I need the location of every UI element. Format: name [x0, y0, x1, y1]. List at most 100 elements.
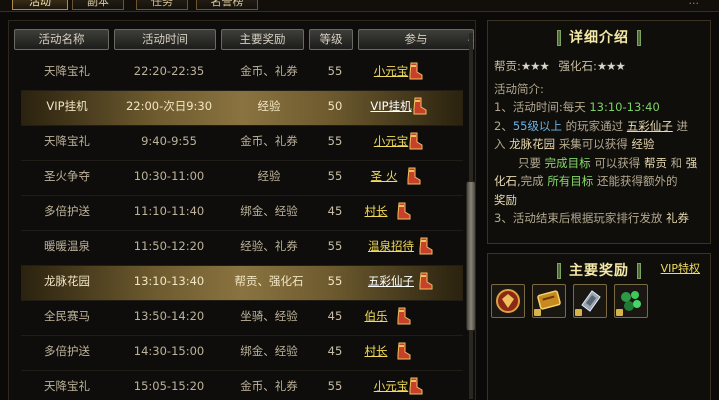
activity-reward: 经验、礼券	[240, 239, 298, 253]
go-boot-icon[interactable]	[417, 236, 433, 256]
l4-and: 和	[670, 155, 683, 170]
go-boot-icon[interactable]	[407, 61, 423, 81]
tab-activities[interactable]: 活动	[12, 0, 68, 10]
green-gem-icon[interactable]	[614, 284, 648, 318]
silver-crystal-icon[interactable]	[573, 284, 607, 318]
activity-reward: 绑金、经验	[240, 204, 298, 218]
l1-prefix: 1、活动时间:每天	[494, 100, 586, 114]
scroll-thumb[interactable]	[466, 181, 476, 331]
npc-link-text[interactable]: VIP挂机	[370, 99, 411, 113]
npc-link-text[interactable]: 村长	[365, 204, 388, 218]
activity-reward: 帮贡、强化石	[234, 274, 304, 288]
detail-title: 详细介绍	[488, 27, 710, 47]
l7-pre: 3、活动结束后根据玩家排行发放	[494, 211, 663, 225]
activity-time: 10:30-11:00	[133, 169, 205, 183]
intro-label: 活动简介:	[494, 81, 544, 96]
l2-prefix: 2、	[494, 118, 513, 133]
npc-link-text[interactable]: 小元宝	[374, 379, 409, 393]
gold-ticket-icon[interactable]	[532, 284, 566, 318]
activity-time: 9:40-9:55	[141, 134, 197, 148]
activity-level: 45	[327, 344, 343, 358]
npc-link[interactable]: 温泉招待	[359, 231, 423, 266]
l4-pre: 只要	[518, 155, 541, 170]
l1-time: 13:10-13:40	[589, 100, 660, 114]
title-ornament-icon	[557, 30, 561, 46]
npc-link-text[interactable]: 伯乐	[365, 309, 388, 323]
table-row[interactable]: 龙脉花园 13:10-13:40 帮贡、强化石 55 五彩仙子	[21, 266, 463, 301]
go-boot-icon[interactable]	[405, 166, 421, 186]
l5-b: ,完成	[517, 174, 544, 188]
activity-reward: 经验	[257, 169, 281, 183]
npc-link[interactable]: 村长	[359, 336, 393, 371]
l3-mid: 采集可以获得	[558, 137, 628, 151]
l5-c: 还能获得额外的	[596, 174, 678, 188]
table-row[interactable]: 圣火争夺 10:30-11:00 经验 55 圣 火	[21, 161, 463, 196]
detail-title-text: 详细介绍	[569, 30, 629, 46]
table-row[interactable]: 多倍护送 11:10-11:40 绑金、经验 45 村长	[21, 196, 463, 231]
npc-link[interactable]: 五彩仙子	[359, 266, 423, 301]
npc-link-text[interactable]: 村长	[365, 344, 388, 358]
l5-a: 化石	[494, 174, 517, 188]
go-boot-icon[interactable]	[395, 341, 411, 361]
activity-time: 13:50-14:20	[133, 309, 205, 323]
npc-link-text[interactable]: 圣 火	[371, 169, 398, 183]
l7-gift: 礼券	[665, 211, 689, 225]
l2-end: 进	[676, 118, 688, 133]
activity-name: VIP挂机	[46, 99, 88, 113]
header-activity-time[interactable]: 活动时间	[114, 29, 216, 50]
npc-link[interactable]: 村长	[359, 196, 393, 231]
header-main-reward[interactable]: 主要奖励	[221, 29, 304, 50]
table-row[interactable]: VIP挂机 22:00-次日9:30 经验 50 VIP挂机	[21, 91, 463, 126]
header-level[interactable]: 等级	[309, 29, 353, 50]
tab-quest[interactable]: 任务	[136, 0, 188, 10]
title-ornament-icon	[637, 30, 641, 46]
header-join[interactable]: 参与	[358, 29, 474, 50]
intro-line-6: 奖励	[494, 192, 517, 207]
l3-pre: 入	[494, 137, 506, 151]
intro-line-4: 只要 完成目标 可以获得 帮贡 和 强	[494, 154, 706, 173]
npc-link-text[interactable]: 五彩仙子	[368, 274, 414, 288]
header-activity-name[interactable]: 活动名称	[14, 29, 109, 50]
tab-dungeon[interactable]: 副本	[72, 0, 124, 10]
qiang-label: 强化石:	[558, 59, 597, 73]
table-row[interactable]: 全民赛马 13:50-14:20 坐骑、经验 45 伯乐	[21, 301, 463, 336]
lock-icon	[616, 309, 623, 316]
medal-icon[interactable]	[491, 284, 525, 318]
activity-reward: 金币、礼券	[240, 134, 298, 148]
go-boot-icon[interactable]	[395, 306, 411, 326]
go-boot-icon[interactable]	[411, 96, 427, 116]
table-row[interactable]: 天降宝礼 9:40-9:55 金币、礼券 55 小元宝	[21, 126, 463, 161]
table-row[interactable]: 天降宝礼 15:05-15:20 金币、礼券 55 小元宝	[21, 371, 463, 400]
go-boot-icon[interactable]	[407, 131, 423, 151]
activity-time: 14:30-15:00	[133, 344, 205, 358]
go-boot-icon[interactable]	[407, 376, 423, 396]
go-boot-icon[interactable]	[417, 271, 433, 291]
npc-link[interactable]: 圣 火	[359, 161, 409, 196]
activity-name: 天降宝礼	[44, 379, 90, 393]
activity-name: 暖暖温泉	[44, 239, 90, 253]
activity-name: 天降宝礼	[44, 64, 90, 78]
table-row[interactable]: 多倍护送 14:30-15:00 绑金、经验 45 村长	[21, 336, 463, 371]
table-row[interactable]: 天降宝礼 22:20-22:35 金币、礼券 55 小元宝	[21, 56, 463, 91]
tab-honor-board[interactable]: 名誉榜	[196, 0, 258, 10]
list-scrollbar[interactable]: ▲	[465, 33, 477, 399]
activity-name: 圣火争夺	[44, 169, 90, 183]
top-tab-bar: 活动 副本 任务 名誉榜 ...	[0, 0, 719, 12]
npc-link-text[interactable]: 小元宝	[374, 64, 409, 78]
table-row[interactable]: 暖暖温泉 11:50-12:20 经验、礼券 55 温泉招待	[21, 231, 463, 266]
bang-stars: ★★★	[520, 59, 550, 73]
activity-level: 55	[327, 379, 343, 393]
npc-link-text[interactable]: 温泉招待	[368, 239, 414, 253]
activity-reward: 金币、礼券	[240, 379, 298, 393]
detail-panel: 详细介绍 帮贡:★★★ 强化石:★★★ 活动简介: 1、活动时间:每天 13:1…	[487, 20, 711, 244]
l2-npc-link[interactable]: 五彩仙子	[627, 119, 673, 133]
vip-privilege-link[interactable]: VIP特权	[661, 260, 700, 276]
l4-goal: 完成目标	[544, 155, 591, 170]
activity-time: 22:20-22:35	[133, 64, 205, 78]
activity-level: 50	[327, 99, 343, 113]
npc-link[interactable]: 伯乐	[359, 301, 393, 336]
npc-link-text[interactable]: 小元宝	[374, 134, 409, 148]
go-boot-icon[interactable]	[395, 201, 411, 221]
activity-time: 11:50-12:20	[133, 239, 205, 253]
activity-time: 22:00-次日9:30	[125, 99, 213, 113]
